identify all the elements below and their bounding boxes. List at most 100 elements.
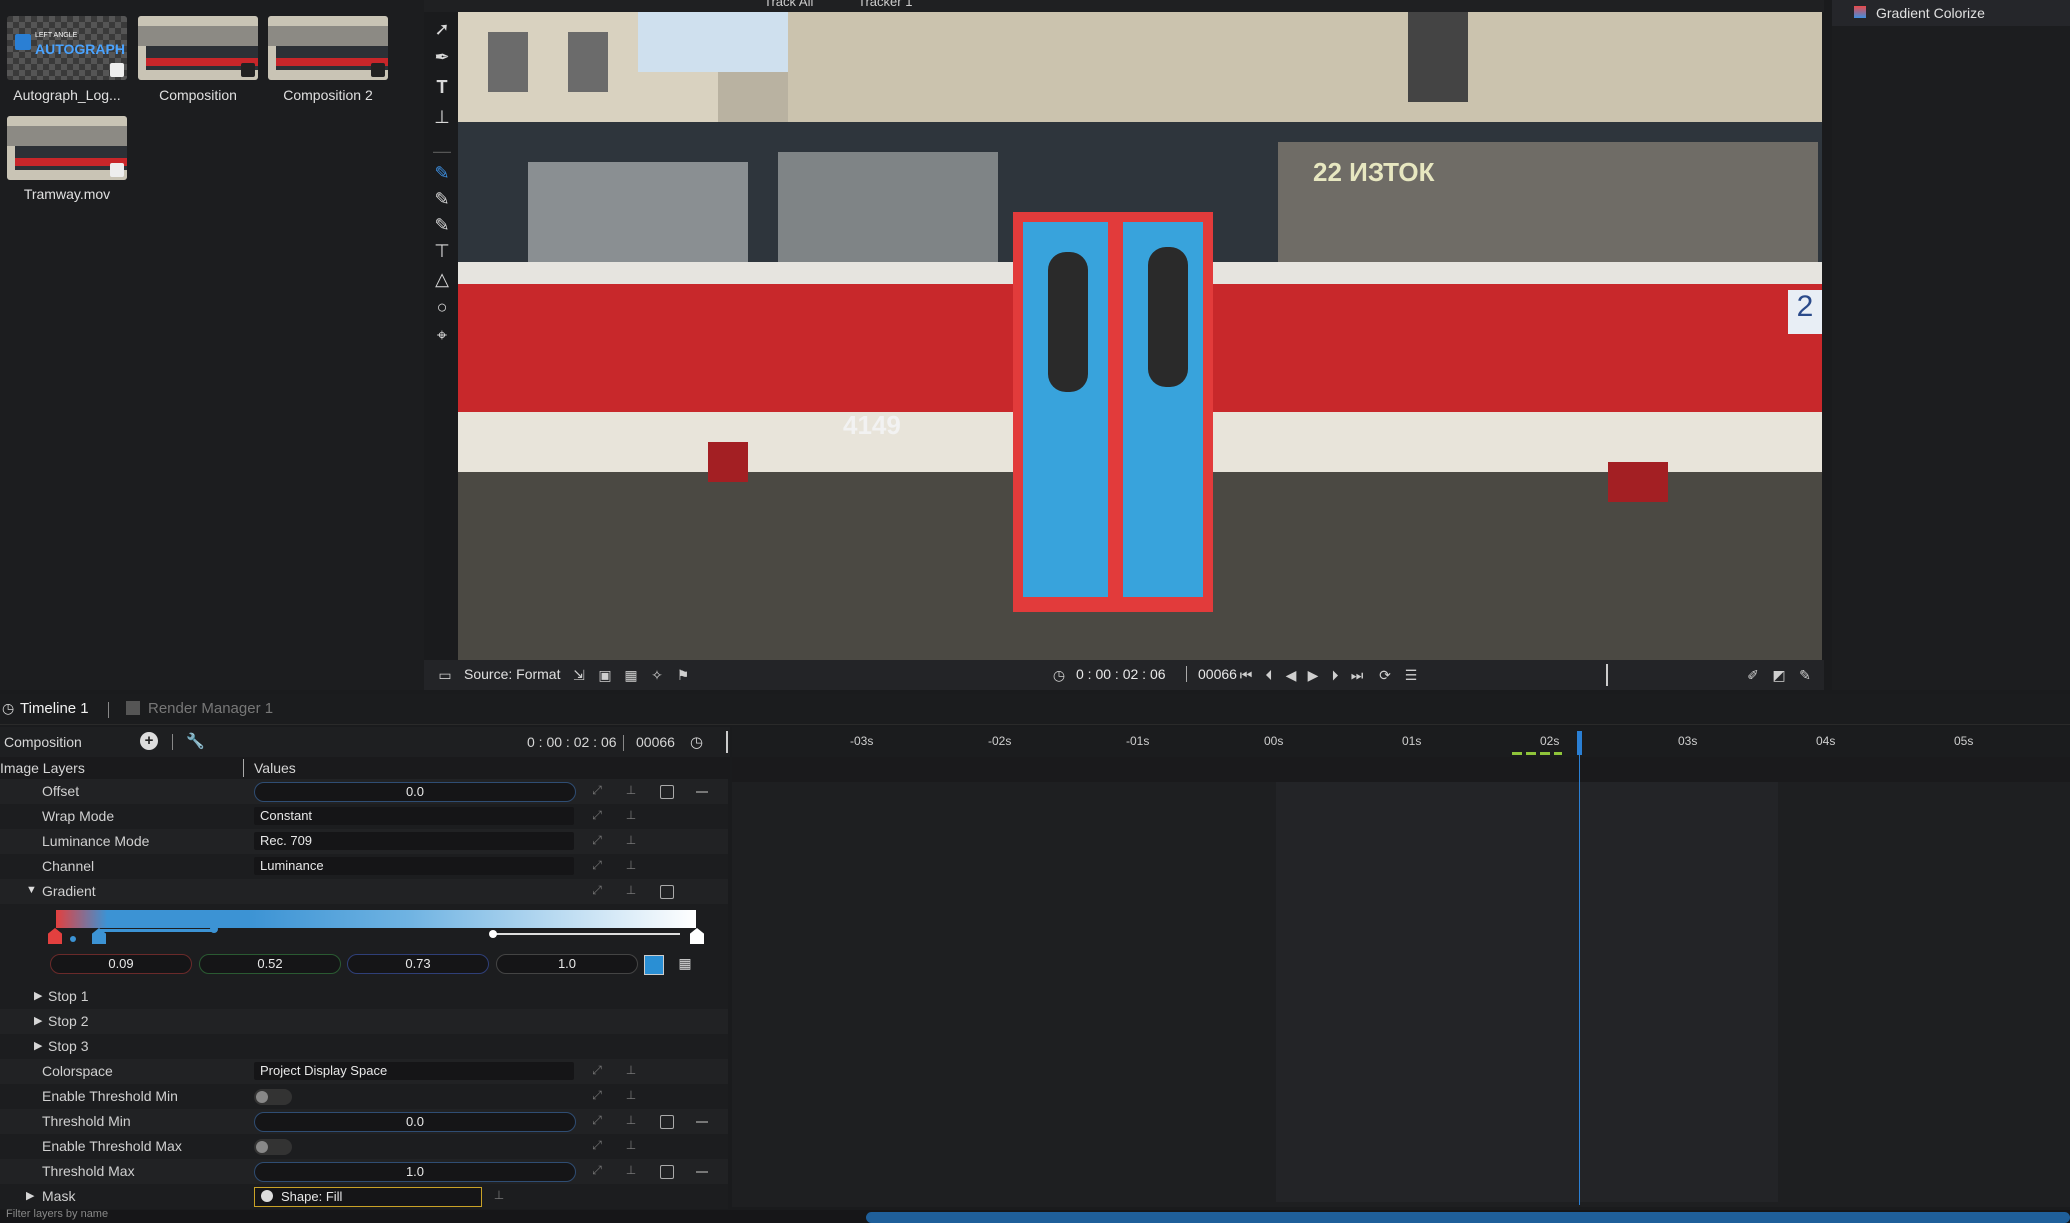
eyedropper-icon[interactable]: ✎ <box>1796 666 1814 684</box>
tab-timeline[interactable]: Timeline 1 <box>20 700 89 717</box>
viewer-timecode[interactable]: 0 : 00 : 02 : 06 <box>1076 666 1166 682</box>
media-thumb-tramway[interactable] <box>7 116 127 180</box>
color-stop-red[interactable] <box>48 928 62 944</box>
go-start-icon[interactable]: ⏮ <box>1237 666 1255 684</box>
checker-bg-icon[interactable]: ▦ <box>622 666 640 684</box>
keyframe-icon[interactable]: ⊥ <box>622 1138 640 1154</box>
color-swatch[interactable] <box>644 955 664 975</box>
media-thumb-composition[interactable] <box>138 16 258 80</box>
timeline-timecode[interactable]: 0 : 00 : 02 : 06 <box>527 734 617 750</box>
checkbox[interactable] <box>660 1165 674 1179</box>
color-picker-icon[interactable]: ✐ <box>1744 666 1762 684</box>
keyframe-icon[interactable]: ⊥ <box>622 808 640 824</box>
keyframe-icon[interactable]: ⊥ <box>622 1113 640 1129</box>
keyframe-icon[interactable]: ⊥ <box>622 783 640 799</box>
go-end-icon[interactable]: ⏭ <box>1348 666 1366 684</box>
collapse-icon[interactable] <box>696 1121 708 1123</box>
timeline-frame[interactable]: 00066 <box>636 734 675 750</box>
viewer[interactable]: 4149 22 ИЗТОК 2 <box>458 12 1822 660</box>
expand-right-icon[interactable]: ▶ <box>34 1014 42 1027</box>
media-thumb-composition-2[interactable] <box>268 16 388 80</box>
keyframe-icon[interactable]: ⊥ <box>622 858 640 874</box>
add-point-icon[interactable]: ✎ <box>431 188 453 210</box>
link-icon[interactable]: ⤢ <box>588 858 606 874</box>
add-icon[interactable]: + <box>140 732 158 750</box>
stop-value-field[interactable]: 0.73 <box>347 954 489 974</box>
stop-value-field[interactable]: 0.52 <box>199 954 341 974</box>
keyframe-icon[interactable]: ⊥ <box>622 883 640 899</box>
play-back-icon[interactable]: ◀ <box>1282 666 1300 684</box>
pen-icon[interactable]: ✒ <box>431 46 453 68</box>
checkbox[interactable] <box>660 885 674 899</box>
compare-icon[interactable]: ◩ <box>1770 666 1788 684</box>
expand-right-icon[interactable]: ▶ <box>34 1039 42 1052</box>
keyframe-icon[interactable]: ⊥ <box>622 1088 640 1104</box>
bezier-pen-icon[interactable]: ✎ <box>431 162 453 184</box>
expand-right-icon[interactable]: ▶ <box>26 1189 34 1202</box>
tab-render-manager[interactable]: Render Manager 1 <box>148 700 273 717</box>
safe-area-icon[interactable]: ▣ <box>596 666 614 684</box>
wand-icon[interactable]: ✧ <box>648 666 666 684</box>
filter-layers-input[interactable]: Filter layers by name <box>6 1208 108 1220</box>
transform-icon[interactable]: ⌖ <box>431 324 453 346</box>
ellipse-icon[interactable]: ○ <box>431 296 453 318</box>
checkbox[interactable] <box>660 785 674 799</box>
midpoint-handle[interactable] <box>70 936 76 942</box>
source-format-label[interactable]: Source: Format <box>464 666 560 682</box>
channel-menu[interactable]: Luminance <box>254 857 574 875</box>
step-forward-icon[interactable]: ⏵ <box>1326 666 1344 684</box>
text-tool-icon[interactable]: T <box>431 76 453 98</box>
timeline-tracks[interactable]: -03s -02s -01s 00s 01s 02s 03s 04s 05s <box>732 727 2070 1207</box>
wrench-icon[interactable]: 🔧 <box>186 732 205 750</box>
link-icon[interactable]: ⤢ <box>588 833 606 849</box>
stop-value-field[interactable]: 1.0 <box>496 954 638 974</box>
link-icon[interactable]: ⤢ <box>588 808 606 824</box>
keyframe-icon[interactable]: ⊥ <box>622 1163 640 1179</box>
link-icon[interactable]: ⤢ <box>588 1088 606 1104</box>
threshold-max-slider[interactable]: 1.0 <box>254 1162 576 1182</box>
convert-point-icon[interactable]: ⊤ <box>431 240 453 262</box>
param-row-stop-3[interactable]: ▶ Stop 3 <box>0 1034 728 1059</box>
grid-icon[interactable]: ▦ <box>676 955 694 973</box>
param-row-gradient[interactable]: ▼ Gradient ⤢ ⊥ <box>0 879 728 904</box>
param-row-stop-2[interactable]: ▶ Stop 2 <box>0 1009 728 1034</box>
wrap-mode-menu[interactable]: Constant <box>254 807 574 825</box>
remove-point-icon[interactable]: ✎ <box>431 214 453 236</box>
proxy-icon[interactable]: ⇲ <box>570 666 588 684</box>
offset-slider[interactable]: 0.0 <box>254 782 576 802</box>
play-icon[interactable]: ▶ <box>1304 666 1322 684</box>
checkbox[interactable] <box>660 1115 674 1129</box>
media-thumb-autograph[interactable]: LEFT ANGLE AUTOGRAPH <box>7 16 127 80</box>
expand-down-icon[interactable]: ▼ <box>26 884 37 896</box>
link-icon[interactable]: ⤢ <box>588 1113 606 1129</box>
track-all-button[interactable]: Track All <box>764 0 813 9</box>
range-handle[interactable] <box>210 925 218 933</box>
horizontal-scrollbar[interactable] <box>866 1212 2070 1223</box>
link-icon[interactable]: ⤢ <box>588 783 606 799</box>
stamp-icon[interactable]: ⊥ <box>431 106 453 128</box>
link-icon[interactable]: ⤢ <box>588 1138 606 1154</box>
viewer-frame[interactable]: 00066 <box>1186 666 1237 682</box>
param-row-stop-1[interactable]: ▶ Stop 1 <box>0 984 728 1009</box>
playhead-line[interactable] <box>1579 755 1580 1205</box>
link-icon[interactable]: ⤢ <box>588 1063 606 1079</box>
luminance-mode-menu[interactable]: Rec. 709 <box>254 832 574 850</box>
gradient-bar[interactable] <box>56 910 696 928</box>
threshold-max-toggle[interactable] <box>254 1139 292 1155</box>
step-back-icon[interactable]: ⏴ <box>1260 666 1278 684</box>
composition-select[interactable]: Composition <box>4 734 82 750</box>
collapse-icon[interactable] <box>696 791 708 793</box>
roi-icon[interactable]: ⚑ <box>674 666 692 684</box>
mask-link-field[interactable]: Shape: Fill <box>254 1187 482 1207</box>
threshold-min-slider[interactable]: 0.0 <box>254 1112 576 1132</box>
keyframe-icon[interactable]: ⊥ <box>490 1188 508 1204</box>
ruler[interactable]: -03s -02s -01s 00s 01s 02s 03s 04s 05s <box>732 727 2070 757</box>
playhead-handle[interactable] <box>1577 731 1582 755</box>
stop-value-field[interactable]: 0.09 <box>50 954 192 974</box>
position-handle[interactable] <box>489 930 497 938</box>
loop-icon[interactable]: ⟳ <box>1376 666 1394 684</box>
polygon-icon[interactable]: △ <box>431 268 453 290</box>
playback-options-icon[interactable]: ☰ <box>1402 666 1420 684</box>
tracker-select[interactable]: Tracker 1 <box>858 0 912 9</box>
threshold-min-toggle[interactable] <box>254 1089 292 1105</box>
